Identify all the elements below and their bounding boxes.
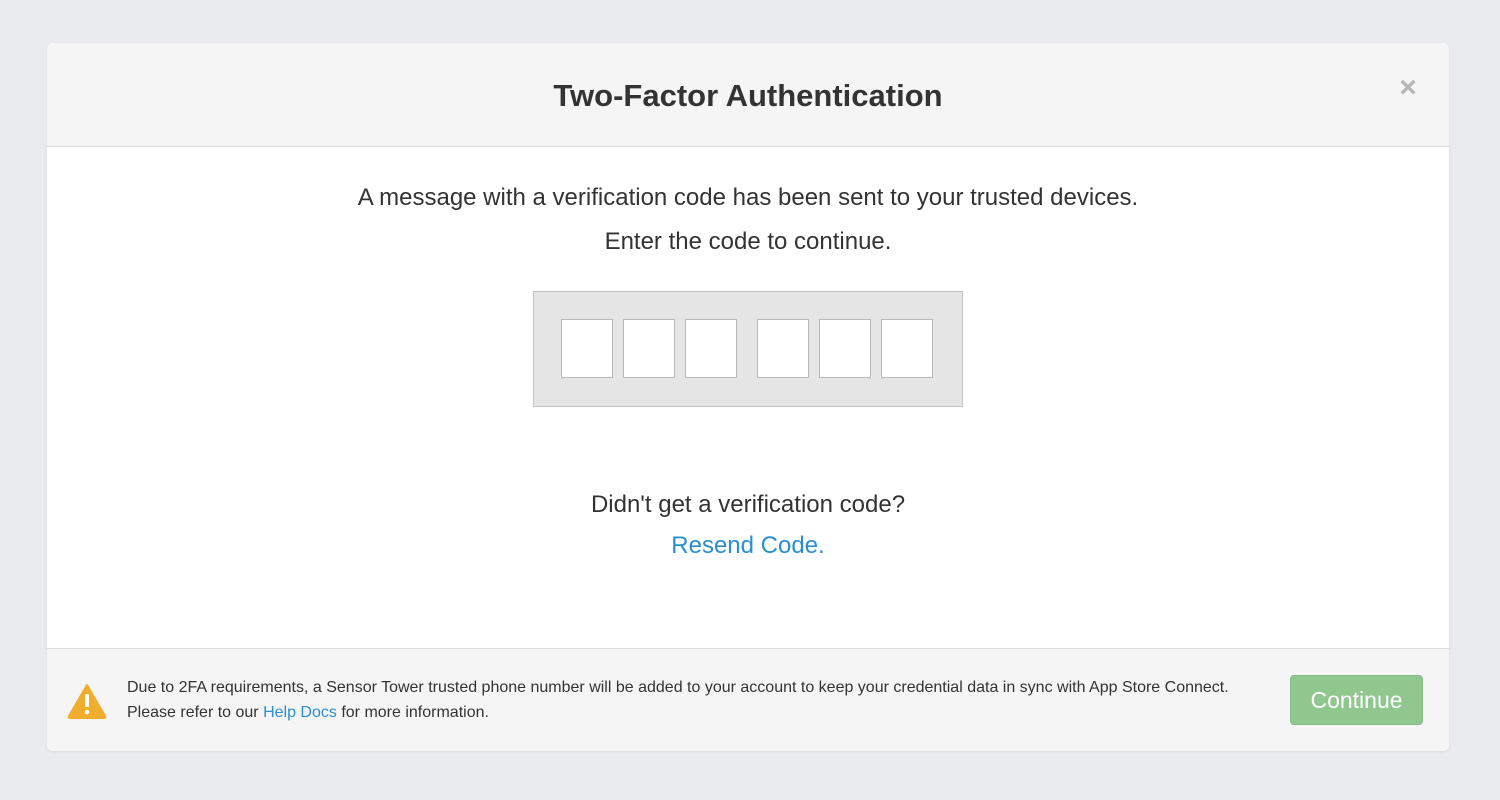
sync-notice: Due to 2FA requirements, a Sensor Tower … [127, 675, 1267, 725]
code-digit-1[interactable] [561, 319, 613, 378]
modal-footer: Due to 2FA requirements, a Sensor Tower … [47, 648, 1449, 751]
code-digit-5[interactable] [819, 319, 871, 378]
continue-button[interactable]: Continue [1290, 675, 1423, 725]
code-digit-6[interactable] [881, 319, 933, 378]
resend-row: Resend Code. [47, 531, 1449, 561]
verification-message: A message with a verification code has b… [357, 184, 1139, 211]
no-code-prompt: Didn't get a verification code? [590, 491, 906, 518]
modal-title: Two-Factor Authentication [553, 78, 943, 113]
code-digit-4[interactable] [757, 319, 809, 378]
two-factor-modal: Two-Factor Authentication × A message wi… [47, 43, 1449, 751]
enter-code-instruction: Enter the code to continue. [604, 228, 892, 255]
modal-header: Two-Factor Authentication × [47, 43, 1449, 147]
help-docs-link[interactable]: Help Docs [263, 704, 337, 721]
code-digit-3[interactable] [685, 319, 737, 378]
resend-code-link[interactable]: Resend Code. [671, 532, 824, 559]
close-icon[interactable]: × [1393, 73, 1423, 103]
warning-triangle-icon [67, 684, 107, 719]
notice-text-end: for more information. [336, 704, 489, 721]
code-digit-2[interactable] [623, 319, 675, 378]
code-input-group [533, 291, 963, 407]
